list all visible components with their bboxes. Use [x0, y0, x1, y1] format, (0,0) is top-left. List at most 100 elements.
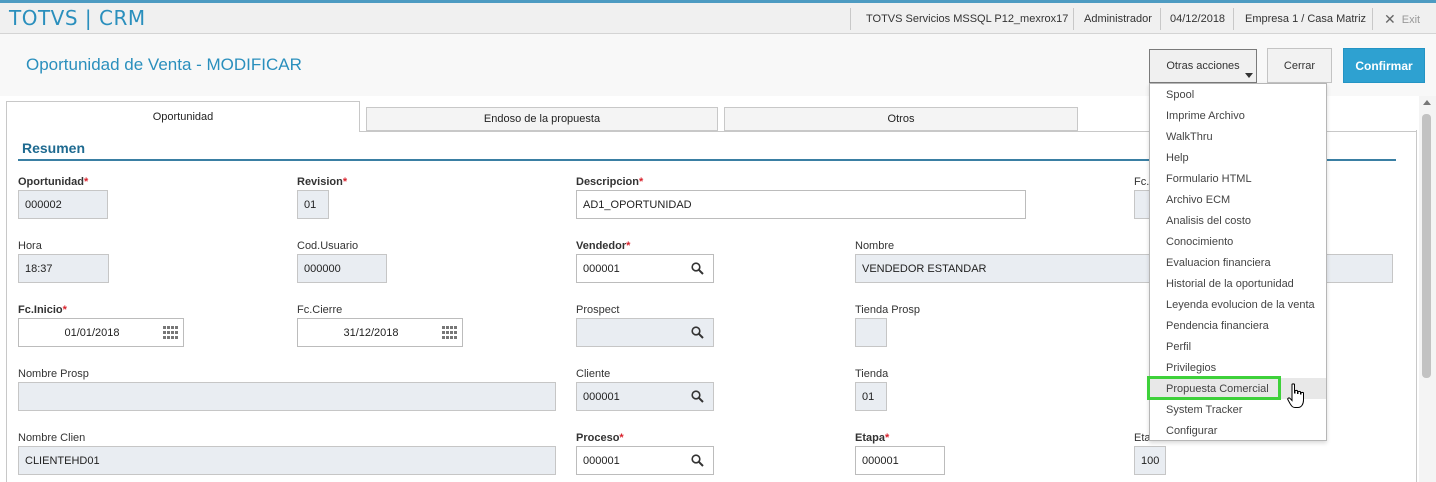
menu-item-pendencia-financiera[interactable]: Pendencia financiera — [1150, 315, 1326, 336]
oportunidad-field[interactable]: 000002 — [18, 190, 108, 219]
search-icon[interactable] — [691, 390, 704, 403]
etapa-label-text: Etapa — [855, 432, 885, 444]
exit-button[interactable]: ✕ Exit — [1384, 10, 1420, 27]
required-star: * — [638, 176, 644, 188]
required-star: * — [342, 176, 348, 188]
revision-field[interactable]: 01 — [297, 190, 329, 219]
vendedor-field[interactable]: 000001 — [576, 254, 714, 283]
top-divider — [1073, 8, 1074, 30]
confirmar-button[interactable]: Confirmar — [1343, 48, 1425, 83]
required-star: * — [884, 432, 890, 444]
nombre-clien-label: Nombre Clien — [18, 432, 86, 444]
fc-inicio-label-text: Fc.Inicio — [18, 304, 63, 316]
etapa-partial-field[interactable]: 100 — [1134, 446, 1166, 475]
prospect-field[interactable] — [576, 318, 714, 347]
top-divider — [1160, 8, 1161, 30]
menu-item-leyenda-evolucion-de-la-venta[interactable]: Leyenda evolucion de la venta — [1150, 294, 1326, 315]
company-info: Empresa 1 / Casa Matriz — [1245, 12, 1367, 25]
otras-acciones-button[interactable]: Otras acciones — [1149, 49, 1257, 83]
prospect-label: Prospect — [576, 304, 620, 316]
etapa-field[interactable]: 000001 — [855, 446, 945, 475]
menu-item-analisis-del-costo[interactable]: Analisis del costo — [1150, 210, 1326, 231]
vendedor-value: 000001 — [583, 262, 620, 275]
fc-inicio-value: 01/01/2018 — [64, 326, 120, 339]
nombre-prosp-field[interactable] — [18, 382, 556, 411]
vertical-scrollbar[interactable] — [1419, 96, 1436, 482]
menu-item-formulario-html[interactable]: Formulario HTML — [1150, 168, 1326, 189]
search-icon[interactable] — [691, 454, 704, 467]
cod-usuario-field[interactable]: 000000 — [297, 254, 387, 283]
brand-logo: TOTVS | CRM — [9, 6, 146, 30]
menu-item-privilegios[interactable]: Privilegios — [1150, 357, 1326, 378]
menu-item-walkthru[interactable]: WalkThru — [1150, 126, 1326, 147]
required-star: * — [626, 240, 631, 252]
fc-inicio-field[interactable]: 01/01/2018 — [18, 318, 184, 347]
menu-item-help[interactable]: Help — [1150, 147, 1326, 168]
search-icon[interactable] — [691, 326, 704, 339]
top-bar: TOTVS | CRM TOTVS Servicios MSSQL P12_me… — [0, 0, 1436, 34]
top-divider — [1372, 8, 1373, 30]
cliente-value: 000001 — [583, 390, 620, 403]
fc-label: Fc. — [1134, 176, 1150, 188]
oportunidad-label-text: Oportunidad — [18, 176, 84, 188]
tab-endoso-propuesta[interactable]: Endoso de la propuesta — [366, 107, 718, 131]
top-divider — [850, 8, 851, 30]
proceso-field[interactable]: 000001 — [576, 446, 714, 475]
search-icon[interactable] — [691, 262, 704, 275]
scroll-up-arrow-icon[interactable] — [1423, 100, 1431, 105]
cerrar-button[interactable]: Cerrar — [1267, 48, 1332, 83]
proceso-value: 000001 — [583, 454, 620, 467]
menu-item-evaluacion-financiera[interactable]: Evaluacion financiera — [1150, 252, 1326, 273]
nombre-label: Nombre — [855, 240, 895, 252]
descripcion-field[interactable]: AD1_OPORTUNIDAD — [576, 190, 1026, 219]
revision-label: Revision* — [297, 176, 347, 188]
required-star: * — [62, 304, 67, 316]
fc-cierre-value: 31/12/2018 — [343, 326, 399, 339]
nombre-clien-field[interactable]: CLIENTEHD01 — [18, 446, 556, 475]
revision-label-text: Revision — [297, 176, 343, 188]
etapa-label: Etapa* — [855, 432, 889, 444]
calendar-icon[interactable] — [442, 326, 457, 339]
tab-otros[interactable]: Otros — [724, 107, 1078, 131]
menu-item-configurar[interactable]: Configurar — [1150, 420, 1326, 441]
nombre-prosp-label: Nombre Prosp — [18, 368, 89, 380]
cod-usuario-label: Cod.Usuario — [297, 240, 359, 252]
tienda-prosp-label: Tienda Prosp — [855, 304, 921, 316]
top-divider — [1233, 8, 1234, 30]
menu-item-perfil[interactable]: Perfil — [1150, 336, 1326, 357]
fc-cierre-label: Fc.Cierre — [297, 304, 343, 316]
session-date: 04/12/2018 — [1170, 12, 1226, 25]
descripcion-label-text: Descripcion — [576, 176, 639, 188]
menu-highlight-box — [1147, 376, 1281, 400]
descripcion-label: Descripcion* — [576, 176, 643, 188]
hora-field[interactable]: 18:37 — [18, 254, 109, 283]
tienda-label: Tienda — [855, 368, 889, 380]
scrollbar-thumb[interactable] — [1422, 114, 1431, 378]
hora-label: Hora — [18, 240, 42, 252]
proceso-label: Proceso* — [576, 432, 624, 444]
fc-inicio-label: Fc.Inicio* — [18, 304, 67, 316]
fc-cierre-field[interactable]: 31/12/2018 — [297, 318, 463, 347]
menu-item-historial-de-la-oportunidad[interactable]: Historial de la oportunidad — [1150, 273, 1326, 294]
section-title: Resumen — [22, 140, 86, 156]
tienda-field[interactable]: 01 — [855, 382, 887, 411]
user-name: Administrador — [1084, 12, 1152, 25]
cliente-label: Cliente — [576, 368, 611, 380]
menu-item-conocimiento[interactable]: Conocimiento — [1150, 231, 1326, 252]
cliente-field[interactable]: 000001 — [576, 382, 714, 411]
calendar-icon[interactable] — [163, 326, 178, 339]
exit-label: Exit — [1401, 14, 1421, 26]
close-icon: ✕ — [1384, 11, 1396, 27]
hand-cursor-icon — [1287, 383, 1304, 408]
tab-oportunidad[interactable]: Oportunidad — [6, 101, 360, 132]
menu-item-imprime-archivo[interactable]: Imprime Archivo — [1150, 105, 1326, 126]
menu-item-archivo-ecm[interactable]: Archivo ECM — [1150, 189, 1326, 210]
tienda-prosp-field[interactable] — [855, 318, 887, 347]
menu-item-spool[interactable]: Spool — [1150, 84, 1326, 105]
oportunidad-label: Oportunidad* — [18, 176, 88, 188]
page-title: Oportunidad de Venta - MODIFICAR — [26, 55, 302, 74]
vendedor-label: Vendedor* — [576, 240, 630, 252]
vendedor-label-text: Vendedor — [576, 240, 627, 252]
otras-acciones-label: Otras acciones — [1166, 60, 1240, 72]
server-info: TOTVS Servicios MSSQL P12_mexrox17 — [866, 12, 1069, 25]
